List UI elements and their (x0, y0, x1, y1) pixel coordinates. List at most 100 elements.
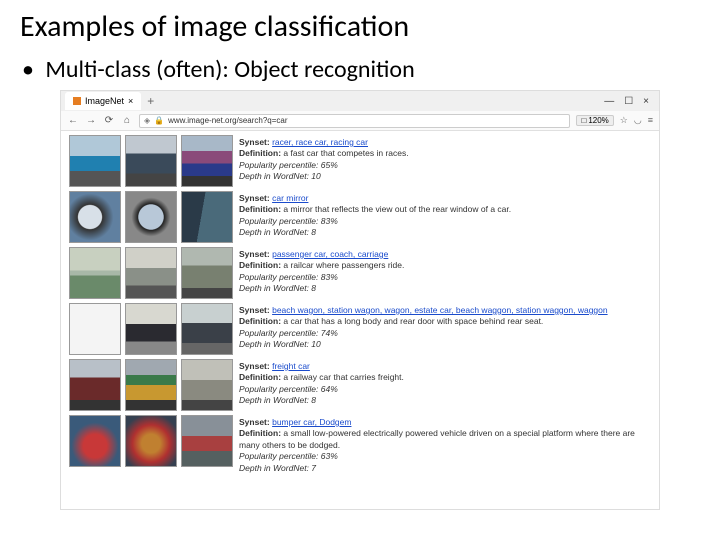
depth-label: Depth in WordNet: (239, 463, 309, 473)
synset-label: Synset: (239, 193, 270, 203)
result-thumbnail[interactable] (181, 191, 233, 243)
result-row: Synset: racer, race car, racing car Defi… (69, 135, 651, 187)
result-thumbnail[interactable] (69, 359, 121, 411)
depth-value: 10 (311, 171, 320, 181)
depth-value: 8 (311, 395, 316, 405)
depth-label: Depth in WordNet: (239, 171, 309, 181)
result-thumbnail[interactable] (181, 135, 233, 187)
back-button[interactable]: ← (67, 115, 79, 126)
synset-label: Synset: (239, 305, 270, 315)
synset-link[interactable]: passenger car, coach, carriage (272, 249, 388, 259)
home-button[interactable]: ⌂ (121, 115, 133, 126)
result-thumbnail[interactable] (181, 247, 233, 299)
tab-bar: ImageNet × + — ☐ × (61, 91, 659, 111)
synset-link[interactable]: car mirror (272, 193, 308, 203)
lock-icon: 🔒 (154, 116, 164, 125)
popularity-value: 63% (321, 451, 338, 461)
definition-text: a car that has a long body and rear door… (283, 316, 543, 326)
result-thumbnail[interactable] (125, 415, 177, 467)
url-input[interactable]: ◈ 🔒 www.image-net.org/search?q=car (139, 114, 570, 128)
zoom-icon: □ (581, 116, 586, 125)
definition-label: Definition: (239, 316, 281, 326)
popularity-value: 64% (321, 384, 338, 394)
definition-label: Definition: (239, 428, 281, 438)
synset-label: Synset: (239, 417, 270, 427)
synset-label: Synset: (239, 361, 270, 371)
definition-label: Definition: (239, 372, 281, 382)
synset-link[interactable]: bumper car, Dodgem (272, 417, 351, 427)
definition-label: Definition: (239, 260, 281, 270)
definition-label: Definition: (239, 204, 281, 214)
definition-text: a small low-powered electrically powered… (239, 428, 635, 449)
menu-icon[interactable]: ≡ (648, 115, 653, 126)
synset-label: Synset: (239, 137, 270, 147)
definition-text: a railway car that carries freight. (283, 372, 403, 382)
forward-button[interactable]: → (85, 115, 97, 126)
definition-text: a fast car that competes in races. (283, 148, 408, 158)
popularity-label: Popularity percentile: (239, 160, 318, 170)
result-thumbnail[interactable] (181, 303, 233, 355)
result-thumbnail[interactable] (69, 303, 121, 355)
result-row: Synset: bumper car, Dodgem Definition: a… (69, 415, 651, 474)
definition-label: Definition: (239, 148, 281, 158)
slide-title: Examples of image classification (20, 8, 700, 45)
zoom-value: 120% (588, 116, 608, 125)
popularity-value: 65% (321, 160, 338, 170)
result-thumbnail[interactable] (125, 191, 177, 243)
depth-value: 8 (311, 283, 316, 293)
result-thumbnail[interactable] (125, 135, 177, 187)
depth-label: Depth in WordNet: (239, 283, 309, 293)
favicon-icon (73, 97, 81, 105)
depth-value: 10 (311, 339, 320, 349)
close-icon[interactable]: × (643, 96, 649, 107)
bookmark-star-icon[interactable]: ☆ (620, 115, 628, 126)
pocket-icon[interactable]: ◡ (634, 115, 642, 126)
synset-link[interactable]: racer, race car, racing car (272, 137, 368, 147)
result-thumbnail[interactable] (69, 191, 121, 243)
tab-close-icon[interactable]: × (128, 96, 133, 106)
result-row: Synset: beach wagon, station wagon, wago… (69, 303, 651, 355)
tab-label: ImageNet (85, 96, 124, 106)
url-text: www.image-net.org/search?q=car (168, 116, 565, 125)
depth-value: 7 (311, 463, 316, 473)
result-thumbnail[interactable] (125, 247, 177, 299)
browser-tab[interactable]: ImageNet × (65, 92, 141, 110)
depth-label: Depth in WordNet: (239, 395, 309, 405)
popularity-label: Popularity percentile: (239, 384, 318, 394)
definition-text: a railcar where passengers ride. (283, 260, 404, 270)
result-thumbnail[interactable] (69, 415, 121, 467)
popularity-label: Popularity percentile: (239, 328, 318, 338)
popularity-label: Popularity percentile: (239, 451, 318, 461)
depth-label: Depth in WordNet: (239, 227, 309, 237)
minimize-icon[interactable]: — (604, 96, 614, 107)
result-row: Synset: freight car Definition: a railwa… (69, 359, 651, 411)
popularity-value: 83% (321, 272, 338, 282)
result-thumbnail[interactable] (69, 135, 121, 187)
result-thumbnail[interactable] (125, 303, 177, 355)
result-thumbnail[interactable] (181, 415, 233, 467)
result-thumbnail[interactable] (69, 247, 121, 299)
synset-link[interactable]: beach wagon, station wagon, wagon, estat… (272, 305, 608, 315)
new-tab-button[interactable]: + (147, 94, 154, 108)
synset-link[interactable]: freight car (272, 361, 310, 371)
browser-window: ImageNet × + — ☐ × ← → ⟳ ⌂ ◈ 🔒 www.image… (60, 90, 660, 510)
popularity-value: 83% (321, 216, 338, 226)
depth-label: Depth in WordNet: (239, 339, 309, 349)
result-row: Synset: car mirror Definition: a mirror … (69, 191, 651, 243)
shield-icon: ◈ (144, 116, 150, 125)
zoom-indicator[interactable]: □ 120% (576, 115, 613, 126)
result-thumbnail[interactable] (181, 359, 233, 411)
popularity-value: 74% (321, 328, 338, 338)
maximize-icon[interactable]: ☐ (624, 96, 633, 107)
slide-bullet: Multi-class (often): Object recognition (40, 55, 700, 84)
results-list: Synset: racer, race car, racing car Defi… (61, 131, 659, 511)
result-row: Synset: passenger car, coach, carriage D… (69, 247, 651, 299)
definition-text: a mirror that reflects the view out of t… (283, 204, 511, 214)
reload-button[interactable]: ⟳ (103, 115, 115, 126)
popularity-label: Popularity percentile: (239, 272, 318, 282)
depth-value: 8 (311, 227, 316, 237)
synset-label: Synset: (239, 249, 270, 259)
result-thumbnail[interactable] (125, 359, 177, 411)
popularity-label: Popularity percentile: (239, 216, 318, 226)
address-bar: ← → ⟳ ⌂ ◈ 🔒 www.image-net.org/search?q=c… (61, 111, 659, 131)
